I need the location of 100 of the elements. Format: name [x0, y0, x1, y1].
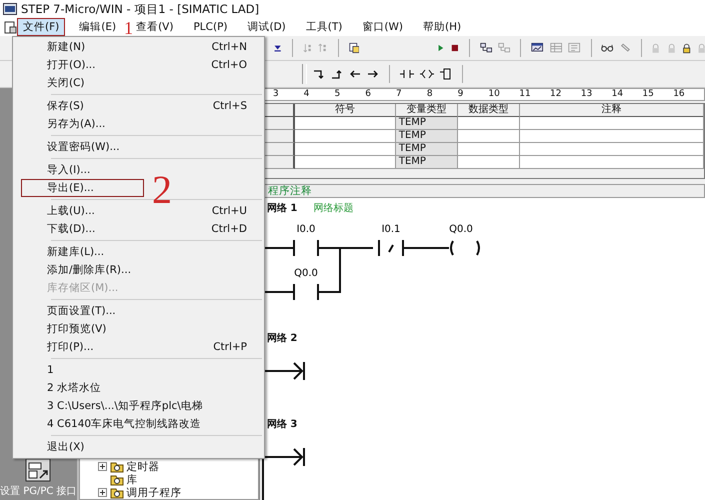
column-header: 符号	[294, 104, 396, 118]
menu-item[interactable]: 打印预览(V)	[21, 320, 262, 338]
up-step-arrow-icon[interactable]	[331, 68, 343, 80]
column-header: 变量类型	[396, 104, 458, 118]
app-icon	[3, 3, 17, 15]
folder-icon	[110, 473, 124, 486]
row-header[interactable]	[262, 117, 295, 130]
normally-open-contact[interactable]	[292, 239, 319, 257]
menu-item[interactable]: 下载(D)... Ctrl+D	[21, 220, 262, 238]
menu-item[interactable]: 另存为(A)...	[21, 115, 262, 133]
program-comment: 程序注释	[268, 185, 312, 197]
window-title: STEP 7-Micro/WIN - 项目1 - [SIMATIC LAD]	[21, 2, 260, 16]
row-header[interactable]	[262, 143, 295, 156]
table-cell[interactable]: TEMP	[396, 117, 458, 130]
column-header: 注释	[520, 104, 704, 118]
table-cell[interactable]	[458, 130, 520, 143]
window-icon[interactable]	[348, 41, 360, 55]
row-header[interactable]	[262, 156, 295, 169]
pg-pc-interface-icon[interactable]	[25, 458, 52, 482]
menu-item[interactable]: PLC(P)	[187, 19, 234, 35]
stop-icon[interactable]	[451, 42, 459, 54]
lock-icon[interactable]	[682, 42, 692, 54]
tree-item[interactable]: 定时器	[126, 460, 160, 474]
pen-icon[interactable]	[620, 42, 631, 54]
menu-item[interactable]: 关闭(C)	[21, 74, 262, 92]
menu-item[interactable]: 新建(N) Ctrl+N	[21, 38, 262, 56]
menu-item[interactable]: 调试(D)	[242, 18, 292, 36]
network-title: 网络 2	[266, 332, 298, 344]
glasses-icon[interactable]	[601, 42, 614, 54]
menu-item[interactable]: 设置密码(W)...	[21, 138, 262, 156]
ruler-number: 8	[426, 89, 434, 100]
right-arrow-icon[interactable]	[367, 68, 379, 80]
menu-item[interactable]: 打开(O)... Ctrl+O	[21, 56, 262, 74]
table-cell[interactable]	[520, 130, 704, 143]
table-cell[interactable]	[458, 156, 520, 169]
row-header[interactable]	[262, 130, 295, 143]
network-title: 网络 3	[266, 418, 298, 430]
menu-item[interactable]: 1	[21, 361, 262, 379]
table-cell[interactable]	[294, 130, 396, 143]
down-step-arrow-icon[interactable]	[313, 68, 325, 80]
menu-item[interactable]: 导出(E)...	[21, 179, 144, 197]
menu-item[interactable]: 打印(P)... Ctrl+P	[21, 338, 262, 356]
ruler-number: 6	[365, 89, 372, 100]
ruler-number: 12	[550, 89, 562, 100]
ruler-number: 14	[612, 89, 624, 100]
ruler-number: 4	[304, 89, 310, 100]
ruler-number: 9	[458, 89, 464, 100]
table-cell[interactable]: TEMP	[396, 156, 458, 169]
menu-item[interactable]: 文件(F)	[17, 18, 66, 36]
menu-item[interactable]: 4 C6140车床电气控制线路改造	[21, 415, 262, 433]
menu-item[interactable]: 添加/删除库(R)...	[21, 261, 262, 279]
ruler-number: 15	[642, 89, 655, 100]
table-cell[interactable]	[520, 156, 704, 169]
tree-item[interactable]: 调用子程序	[126, 486, 182, 500]
ruler-number: 3	[272, 89, 280, 100]
tree-item[interactable]: 库	[126, 472, 138, 486]
menu-item[interactable]: 帮助(H)	[416, 18, 468, 36]
table-cell[interactable]	[294, 156, 396, 169]
menu-item[interactable]: 新建库(L)...	[21, 243, 262, 261]
left-arrow-icon[interactable]	[349, 68, 361, 80]
menu-item[interactable]: 窗口(W)	[356, 18, 409, 36]
table-cell[interactable]	[458, 143, 520, 156]
menu-item[interactable]: 页面设置(T)...	[21, 302, 262, 320]
table-cell[interactable]	[294, 117, 396, 130]
ruler-number: 16	[673, 89, 686, 100]
menu-item[interactable]: 编辑(E)	[73, 18, 122, 36]
expand-icon[interactable]	[98, 488, 107, 497]
ruler-number: 11	[519, 89, 532, 100]
address-label: I0.0	[296, 224, 316, 235]
menu-item[interactable]: 工具(T)	[300, 18, 348, 36]
normally-closed-contact[interactable]	[378, 239, 404, 257]
coil-icon[interactable]	[420, 68, 434, 80]
menu-item[interactable]: 查看(V)	[130, 18, 180, 36]
address-label: I0.1	[381, 224, 400, 235]
folder-icon	[110, 460, 124, 473]
menu-item[interactable]: 退出(X)	[21, 438, 262, 456]
network-title: 网络 1	[266, 202, 298, 214]
expand-icon[interactable]	[98, 462, 107, 471]
table-cell[interactable]: TEMP	[396, 143, 458, 156]
annotation-number: 1	[124, 19, 133, 37]
menu-item[interactable]: 保存(S) Ctrl+S	[21, 97, 262, 115]
menu-item[interactable]: 3 C:\Users\...\知乎程序plc\电梯	[21, 397, 262, 415]
network-icon[interactable]	[480, 41, 492, 55]
ruler-number: 5	[334, 89, 342, 100]
table-cell[interactable]	[294, 143, 396, 156]
table-cell[interactable]	[520, 117, 704, 130]
ruler-number: 10	[488, 89, 501, 100]
menu-item[interactable]: 2 水塔水位	[21, 379, 262, 397]
normally-open-contact[interactable]	[292, 283, 319, 301]
ruler-number: 7	[396, 89, 403, 100]
document-icon	[4, 20, 17, 34]
output-coil[interactable]	[450, 240, 480, 256]
contact-icon[interactable]	[400, 68, 414, 80]
table-cell[interactable]	[458, 117, 520, 130]
run-icon[interactable]	[437, 42, 446, 54]
address-label: Q0.0	[294, 268, 318, 279]
box-icon[interactable]	[440, 68, 452, 80]
ruler-number: 13	[580, 89, 594, 100]
table-cell[interactable]	[520, 143, 704, 156]
table-cell[interactable]: TEMP	[396, 130, 458, 143]
